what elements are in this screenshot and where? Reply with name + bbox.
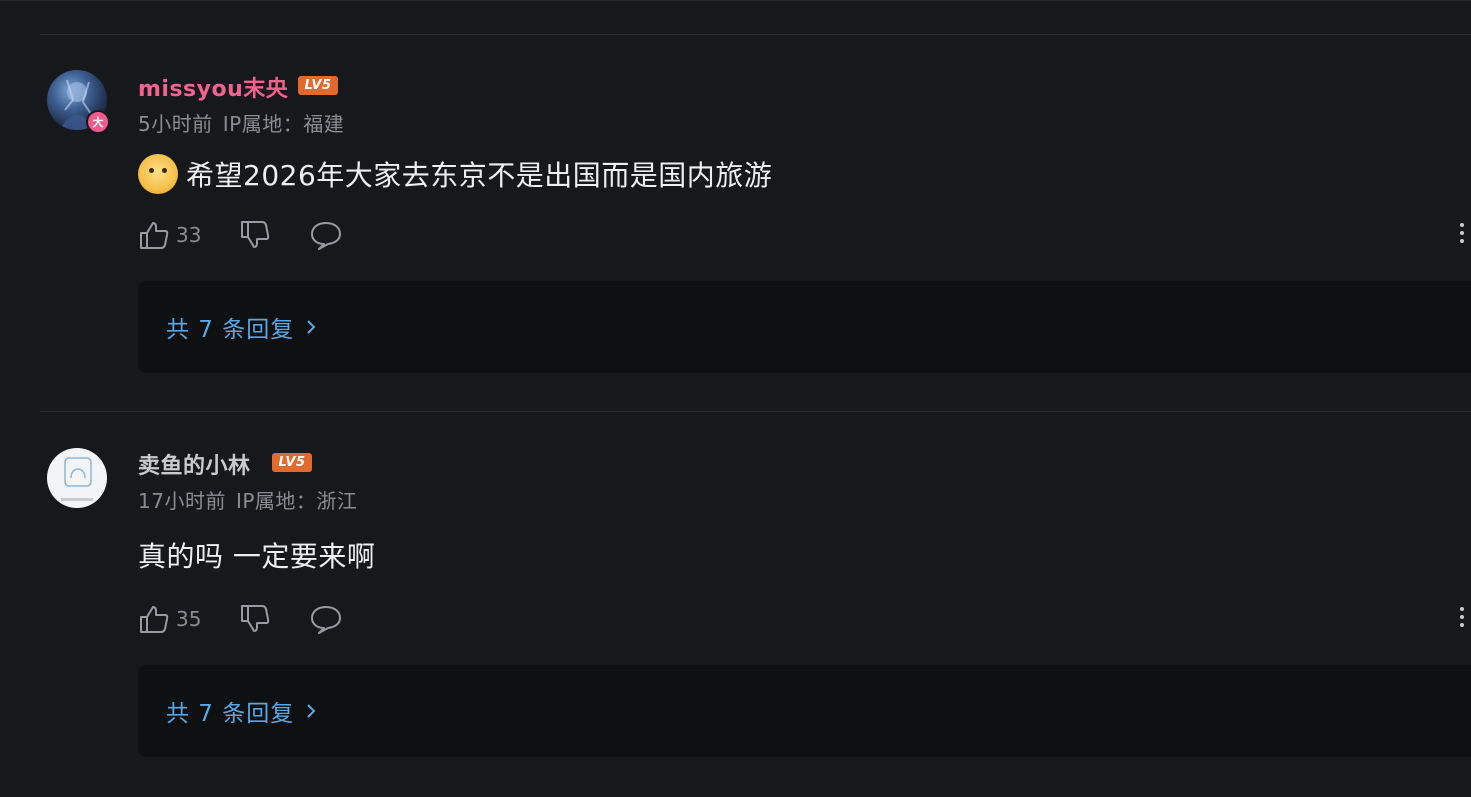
more-icon xyxy=(1460,607,1464,611)
comment-text: 希望2026年大家去东京不是出国而是国内旅游 xyxy=(186,159,773,192)
like-count: 35 xyxy=(176,607,202,631)
dislike-button[interactable] xyxy=(239,219,271,251)
comment-actions: 35 xyxy=(138,603,343,635)
reply-preview-box[interactable]: 共 7 条回复 xyxy=(138,665,1471,757)
reply-preview-box[interactable]: 共 7 条回复 xyxy=(138,281,1471,373)
reply-button[interactable] xyxy=(309,219,343,251)
comment-item: 卖鱼的小林 LV5 17小时前 IP属地：浙江 真的吗 一定要来啊 35 共 7… xyxy=(40,411,1471,797)
chevron-right-icon xyxy=(307,320,316,334)
username[interactable]: missyou末央 xyxy=(138,71,288,103)
view-replies-link[interactable]: 共 7 条回复 xyxy=(166,694,320,728)
like-count: 33 xyxy=(176,223,202,247)
level-badge: LV5 xyxy=(272,453,312,472)
doge-emoji xyxy=(138,154,178,194)
view-replies-link[interactable]: 共 7 条回复 xyxy=(166,310,320,344)
ip-location: IP属地：浙江 xyxy=(235,489,358,513)
avatar[interactable] xyxy=(47,448,107,508)
reply-button[interactable] xyxy=(309,603,343,635)
username[interactable]: 卖鱼的小林 xyxy=(138,448,251,480)
thumb-down-icon xyxy=(241,221,270,248)
top-divider xyxy=(0,0,1471,1)
thumb-up-icon xyxy=(140,222,169,249)
vip-badge: 大 xyxy=(86,110,110,134)
level-badge: LV5 xyxy=(298,76,338,95)
comment-icon xyxy=(311,222,342,250)
comment-text-row: 真的吗 一定要来啊 xyxy=(138,535,375,575)
dislike-button[interactable] xyxy=(239,603,271,635)
thumb-up-icon xyxy=(140,606,169,633)
comment-item: 大 missyou末央 LV5 5小时前 IP属地：福建 希望2026年大家去东京… xyxy=(40,34,1471,413)
comment-time: 17小时前 xyxy=(138,489,226,513)
comment-time: 5小时前 xyxy=(138,112,213,136)
comment-icon xyxy=(311,606,342,634)
comment-actions: 33 xyxy=(138,219,343,251)
more-button[interactable] xyxy=(1459,223,1465,243)
more-button[interactable] xyxy=(1459,607,1465,627)
comment-meta: 5小时前 IP属地：福建 xyxy=(138,108,354,137)
comment-text-row: 希望2026年大家去东京不是出国而是国内旅游 xyxy=(138,154,772,194)
thumb-down-icon xyxy=(241,605,270,632)
comment-text: 真的吗 一定要来啊 xyxy=(138,540,376,573)
comment-meta: 17小时前 IP属地：浙江 xyxy=(138,485,367,514)
ip-location: IP属地：福建 xyxy=(222,112,345,136)
reply-count-label: 共 7 条回复 xyxy=(166,317,295,343)
more-icon xyxy=(1460,223,1464,227)
like-button[interactable]: 33 xyxy=(138,219,201,251)
reply-count-label: 共 7 条回复 xyxy=(166,701,295,727)
like-button[interactable]: 35 xyxy=(138,603,201,635)
chevron-right-icon xyxy=(307,704,316,718)
